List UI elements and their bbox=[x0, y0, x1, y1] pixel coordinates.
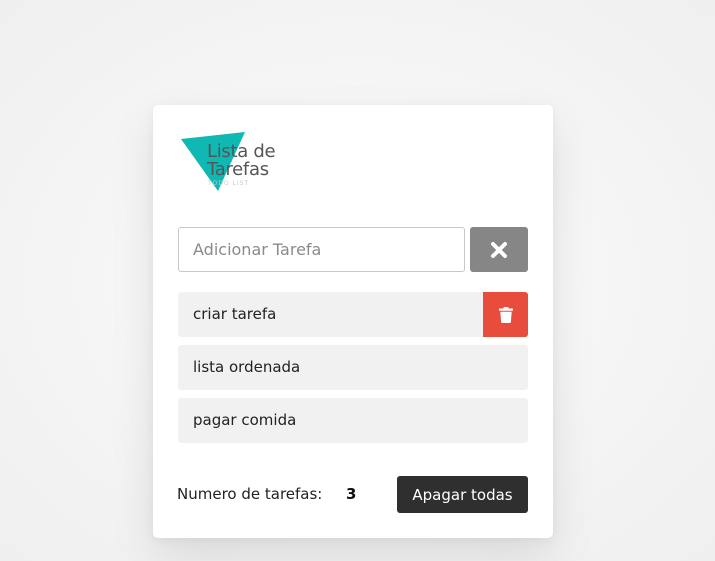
task-item[interactable]: criar tarefa bbox=[178, 292, 528, 337]
clear-all-button[interactable]: Apagar todas bbox=[397, 476, 528, 513]
task-text: pagar comida bbox=[193, 411, 297, 429]
task-count-label: Numero de tarefas: bbox=[177, 485, 323, 503]
logo-title-line2: Tarefas bbox=[207, 159, 269, 180]
todo-card: Lista de Tarefas TODO LIST criar tarefa … bbox=[153, 105, 553, 538]
times-icon bbox=[491, 241, 507, 258]
delete-task-button[interactable] bbox=[483, 292, 528, 337]
task-count-value: 3 bbox=[346, 485, 357, 503]
task-item[interactable]: lista ordenada bbox=[178, 345, 528, 390]
task-text: criar tarefa bbox=[193, 305, 277, 323]
trash-icon bbox=[498, 306, 513, 323]
logo-subtitle: TODO LIST bbox=[208, 180, 250, 187]
app-logo: Lista de Tarefas TODO LIST bbox=[178, 129, 288, 199]
task-item[interactable]: pagar comida bbox=[178, 398, 528, 443]
task-text: lista ordenada bbox=[193, 358, 301, 376]
clear-input-button[interactable] bbox=[470, 227, 528, 272]
add-task-input[interactable] bbox=[178, 227, 465, 272]
